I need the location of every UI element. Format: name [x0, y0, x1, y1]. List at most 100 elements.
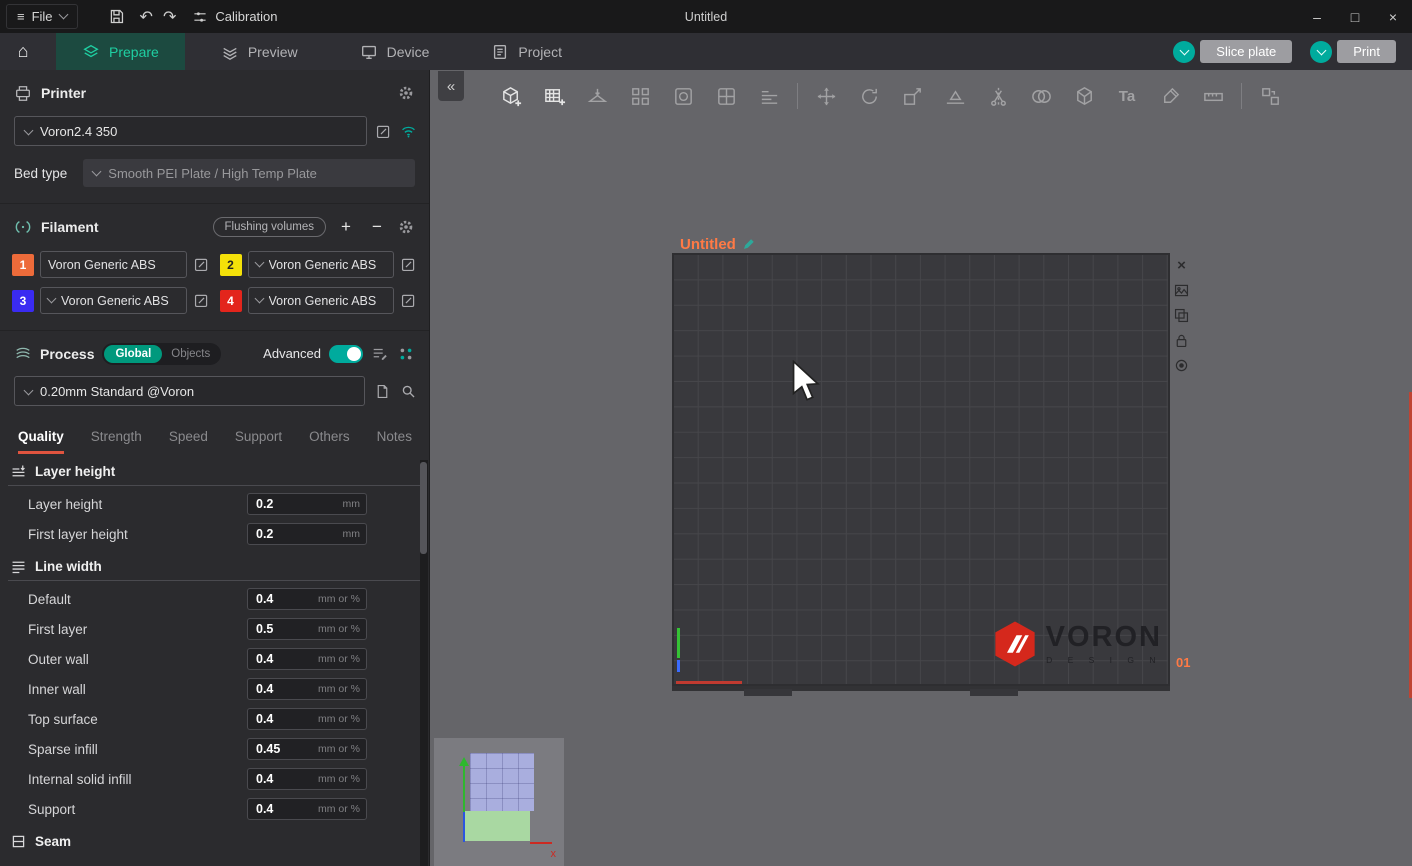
tab-support[interactable]: Support — [235, 429, 282, 454]
save-preset-icon[interactable] — [374, 383, 391, 400]
first-layer-line-width-input[interactable] — [256, 622, 314, 636]
outer-wall-line-width-input[interactable] — [256, 652, 314, 666]
printer-section-header: Printer — [0, 70, 429, 116]
collapse-sidebar-button[interactable]: « — [438, 71, 464, 101]
edit-filament-icon[interactable] — [193, 256, 210, 273]
printer-settings-gear-icon[interactable] — [397, 84, 415, 102]
process-preset-select[interactable]: 0.20mm Standard @Voron — [14, 376, 365, 406]
edit-preset-list-icon[interactable] — [371, 345, 389, 363]
lock-plate-icon[interactable] — [1172, 331, 1191, 350]
add-filament-button[interactable]: + — [335, 217, 357, 237]
assembly-view-icon[interactable] — [1255, 81, 1285, 111]
mesh-boolean-icon[interactable] — [1026, 81, 1056, 111]
tab-speed[interactable]: Speed — [169, 429, 208, 454]
redo-icon[interactable]: ↷ — [163, 7, 176, 27]
divider — [8, 485, 421, 486]
build-plate[interactable]: VORON D E S I G N — [672, 253, 1170, 686]
wifi-connection-icon[interactable] — [400, 123, 417, 140]
edit-plate-name-icon[interactable] — [742, 238, 755, 251]
minimize-button[interactable]: – — [1298, 0, 1336, 33]
remove-filament-button[interactable]: − — [366, 217, 388, 237]
auto-orient-icon[interactable] — [582, 81, 612, 111]
orientation-thumbnail[interactable]: x — [434, 738, 564, 866]
slice-plate-button[interactable]: Slice plate — [1200, 40, 1292, 63]
inner-wall-line-width-input[interactable] — [256, 682, 314, 696]
edit-printer-icon[interactable] — [375, 123, 392, 140]
filament-select[interactable]: Voron Generic ABS — [40, 251, 187, 278]
tab-others[interactable]: Others — [309, 429, 350, 454]
tab-strength[interactable]: Strength — [91, 429, 142, 454]
scope-global-button[interactable]: Global — [104, 345, 162, 363]
scale-icon[interactable] — [897, 81, 927, 111]
maximize-button[interactable]: □ — [1336, 0, 1374, 33]
move-icon[interactable] — [811, 81, 841, 111]
printer-select[interactable]: Voron2.4 350 — [14, 116, 367, 146]
undo-icon[interactable]: ↶ — [140, 7, 153, 27]
printer-section-title: Printer — [41, 85, 86, 101]
lay-flat-icon[interactable] — [940, 81, 970, 111]
param-label: Layer height — [28, 497, 247, 512]
rotate-icon[interactable] — [854, 81, 884, 111]
sidebar-scrollbar-track[interactable] — [420, 460, 428, 866]
tab-device-label: Device — [387, 44, 430, 60]
first-layer-height-input[interactable] — [256, 527, 339, 541]
print-dropdown-button[interactable] — [1310, 41, 1332, 63]
edit-filament-icon[interactable] — [400, 256, 417, 273]
edit-filament-icon[interactable] — [193, 292, 210, 309]
calibration-button[interactable]: Calibration — [192, 9, 277, 25]
filament-select[interactable]: Voron Generic ABS — [40, 287, 187, 314]
close-button[interactable]: × — [1374, 0, 1412, 33]
flushing-volumes-button[interactable]: Flushing volumes — [213, 217, 326, 237]
tab-notes[interactable]: Notes — [377, 429, 412, 454]
filament-settings-gear-icon[interactable] — [397, 218, 415, 236]
add-primitive-icon[interactable] — [1069, 81, 1099, 111]
filament-slot-3: 3 Voron Generic ABS — [12, 287, 210, 314]
tab-device[interactable]: Device — [334, 33, 456, 70]
print-button[interactable]: Print — [1337, 40, 1396, 63]
slice-dropdown-button[interactable] — [1173, 41, 1195, 63]
compare-presets-icon[interactable] — [397, 345, 415, 363]
measure-tool-icon[interactable] — [1198, 81, 1228, 111]
filament-color-chip[interactable]: 2 — [220, 254, 242, 276]
paint-tool-icon[interactable] — [1155, 81, 1185, 111]
default-line-width-input[interactable] — [256, 592, 314, 606]
top-surface-line-width-input[interactable] — [256, 712, 314, 726]
edit-filament-icon[interactable] — [400, 292, 417, 309]
search-settings-icon[interactable] — [400, 383, 417, 400]
filament-select[interactable]: Voron Generic ABS — [248, 287, 395, 314]
plate-image-icon[interactable] — [1172, 281, 1191, 300]
arrange-icon[interactable] — [625, 81, 655, 111]
plate-settings-icon[interactable] — [1172, 306, 1191, 325]
support-line-width-input[interactable] — [256, 802, 314, 816]
home-button[interactable]: ⌂ — [0, 33, 46, 70]
filament-color-chip[interactable]: 1 — [12, 254, 34, 276]
file-menu-button[interactable]: ≡ File — [6, 4, 78, 29]
advanced-toggle[interactable] — [329, 345, 363, 363]
param-label: Support — [28, 802, 247, 817]
bed-type-select[interactable]: Smooth PEI Plate / High Temp Plate — [83, 159, 415, 187]
internal-solid-infill-line-width-input[interactable] — [256, 772, 314, 786]
scope-objects-button[interactable]: Objects — [162, 345, 219, 363]
add-plate-icon[interactable] — [539, 81, 569, 111]
viewport-3d[interactable]: « Ta — [430, 70, 1412, 866]
plate-name[interactable]: Untitled — [680, 236, 755, 253]
variable-layer-height-icon[interactable] — [754, 81, 784, 111]
text-tool-icon[interactable]: Ta — [1112, 81, 1142, 111]
filament-color-chip[interactable]: 4 — [220, 290, 242, 312]
layer-height-input[interactable] — [256, 497, 339, 511]
split-to-objects-icon[interactable] — [668, 81, 698, 111]
tab-prepare[interactable]: Prepare — [56, 33, 185, 70]
sparse-infill-line-width-input[interactable] — [256, 742, 314, 756]
filament-select[interactable]: Voron Generic ABS — [248, 251, 395, 278]
save-project-icon[interactable] — [104, 4, 130, 30]
tab-quality[interactable]: Quality — [18, 429, 64, 454]
tab-project[interactable]: Project — [465, 33, 588, 70]
plate-marker-icon[interactable] — [1172, 356, 1191, 375]
filament-color-chip[interactable]: 3 — [12, 290, 34, 312]
cut-icon[interactable] — [983, 81, 1013, 111]
split-to-parts-icon[interactable] — [711, 81, 741, 111]
tab-preview[interactable]: Preview — [195, 33, 324, 70]
delete-plate-icon[interactable]: × — [1172, 256, 1191, 275]
add-object-icon[interactable] — [496, 81, 526, 111]
sidebar-scrollbar-thumb[interactable] — [420, 462, 427, 554]
